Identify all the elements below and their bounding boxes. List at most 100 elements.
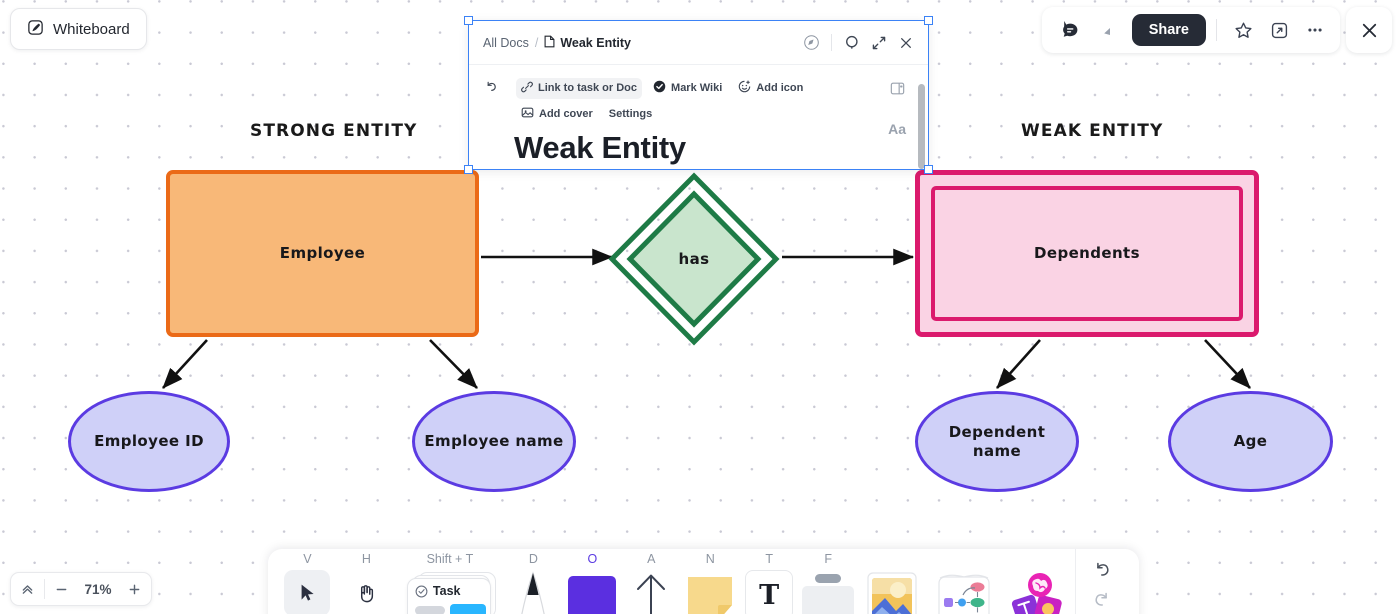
redo-arrow-icon[interactable]: [1087, 585, 1117, 613]
doc-card-actions: [799, 31, 918, 55]
add-cover-button[interactable]: Add cover: [516, 103, 598, 125]
add-cover-label: Add cover: [539, 108, 593, 120]
relationship-has[interactable]: has: [608, 172, 780, 346]
text-tool-shortcut: T: [765, 552, 774, 566]
whiteboard-chip[interactable]: Whiteboard: [10, 8, 147, 50]
doc-card-body: Link to task or Doc Mark Wiki Add icon A…: [469, 65, 928, 166]
zoom-in-button[interactable]: [118, 573, 151, 605]
bottom-toolbar: V H Shift + T Task D O A N T T F: [268, 549, 1139, 614]
shape-tool[interactable]: O: [563, 549, 622, 614]
ellipsis-icon[interactable]: [1299, 14, 1331, 46]
breadcrumb-all-docs[interactable]: All Docs: [483, 36, 529, 50]
share-button[interactable]: Share: [1131, 14, 1206, 46]
zoom-control: 71%: [10, 572, 152, 606]
arrow-tool[interactable]: A: [622, 549, 681, 614]
doc-page-icon: [544, 35, 555, 51]
zoom-level-value[interactable]: 71%: [78, 582, 118, 597]
link-to-task-or-doc-button[interactable]: Link to task or Doc: [516, 77, 643, 99]
doc-card-header: All Docs / Weak Entity: [469, 21, 928, 65]
weak-entity-caption: WEAK ENTITY: [1021, 121, 1164, 141]
add-icon-label: Add icon: [756, 82, 804, 94]
doc-meta-row-1: Link to task or Doc Mark Wiki Add icon: [516, 77, 928, 99]
text-style-icon[interactable]: Aa: [888, 121, 906, 137]
attribute-dependent-name-label: Dependent name: [948, 422, 1046, 460]
image-icon: [521, 106, 534, 122]
doc-title[interactable]: Weak Entity: [514, 130, 928, 166]
attribute-dependent-name[interactable]: Dependent name: [915, 391, 1079, 492]
cursor-arrow-icon: [284, 570, 331, 614]
chevron-up-icon[interactable]: [11, 573, 44, 605]
expand-arrows-icon[interactable]: [867, 31, 891, 55]
breadcrumb-current[interactable]: Weak Entity: [544, 35, 631, 51]
link-icon: [521, 81, 533, 96]
breadcrumb: All Docs / Weak Entity: [483, 35, 631, 51]
zoom-out-button[interactable]: [45, 573, 78, 605]
breadcrumb-separator: /: [534, 35, 539, 50]
ai-brain-icon: [1005, 570, 1071, 614]
mark-wiki-button[interactable]: Mark Wiki: [648, 77, 727, 99]
undo-arrow-icon[interactable]: [1087, 555, 1117, 583]
task-card-label: Task: [432, 584, 461, 598]
entity-dependents-label: Dependents: [1034, 244, 1140, 263]
search-icon[interactable]: [840, 31, 864, 55]
doc-meta-row-2: Add cover Settings: [516, 103, 928, 125]
comment-cursor-icon[interactable]: [1054, 14, 1086, 46]
emoji-icon: [738, 80, 751, 96]
image-icon: [864, 570, 920, 614]
sidebar-panel-icon[interactable]: [890, 81, 905, 101]
template-flow-icon: [929, 570, 999, 614]
image-tool[interactable]: [858, 549, 927, 614]
note-tool[interactable]: N: [681, 549, 740, 614]
entity-dependents[interactable]: Dependents: [915, 170, 1259, 337]
undo-icon[interactable]: [484, 79, 499, 99]
shape-square-icon: [566, 570, 618, 614]
task-tool-shortcut: Shift + T: [426, 552, 474, 566]
whiteboard-pen-icon: [27, 19, 44, 40]
select-tool[interactable]: V: [278, 549, 337, 614]
shape-tool-shortcut: O: [587, 552, 598, 566]
entity-employee[interactable]: Employee: [166, 170, 479, 337]
doc-right-rail: Aa: [888, 81, 906, 137]
doc-meta-actions: Link to task or Doc Mark Wiki Add icon A…: [516, 77, 928, 125]
toolbar-divider: [1216, 19, 1217, 41]
frame-tool-shortcut: F: [824, 552, 832, 566]
text-t-icon: T: [745, 570, 794, 614]
draw-tool[interactable]: D: [504, 549, 563, 614]
doc-close-icon[interactable]: [894, 31, 918, 55]
attribute-employee-name[interactable]: Employee name: [412, 391, 576, 492]
attribute-employee-id-label: Employee ID: [94, 432, 204, 451]
attribute-age[interactable]: Age: [1168, 391, 1333, 492]
hand-tool[interactable]: H: [337, 549, 396, 614]
select-tool-shortcut: V: [303, 552, 312, 566]
relationship-has-label: has: [678, 249, 710, 268]
settings-button[interactable]: Settings: [604, 105, 657, 123]
cursor-small-icon: [1090, 14, 1122, 46]
draw-tool-shortcut: D: [528, 552, 538, 566]
frame-icon: [800, 570, 856, 614]
task-card-icon: Task: [396, 570, 504, 614]
ai-tool[interactable]: [1002, 549, 1075, 614]
top-right-toolbar: Share: [1041, 7, 1340, 53]
frame-tool[interactable]: F: [799, 549, 858, 614]
text-tool[interactable]: T T: [740, 549, 799, 614]
link-to-task-or-doc-label: Link to task or Doc: [538, 82, 638, 94]
attribute-employee-id[interactable]: Employee ID: [68, 391, 230, 492]
doc-scrollbar[interactable]: [918, 84, 925, 169]
close-icon[interactable]: [1346, 7, 1392, 53]
star-icon[interactable]: [1227, 14, 1259, 46]
doc-card[interactable]: All Docs / Weak Entity Link to task or D…: [469, 21, 928, 169]
entity-dependents-inner-border: Dependents: [931, 186, 1243, 321]
hand-tool-shortcut: H: [361, 552, 371, 566]
entity-employee-label: Employee: [279, 244, 366, 263]
sticky-note-icon: [682, 570, 738, 614]
add-icon-button[interactable]: Add icon: [733, 77, 808, 99]
note-tool-shortcut: N: [705, 552, 715, 566]
template-tool[interactable]: [927, 549, 1002, 614]
hand-icon: [343, 570, 389, 614]
expand-panel-icon[interactable]: [1263, 14, 1295, 46]
pen-icon: [507, 570, 559, 614]
settings-label: Settings: [608, 108, 653, 120]
task-tool[interactable]: Shift + T Task: [396, 549, 504, 614]
tag-icon[interactable]: [799, 31, 823, 55]
whiteboard-chip-label: Whiteboard: [53, 20, 130, 38]
